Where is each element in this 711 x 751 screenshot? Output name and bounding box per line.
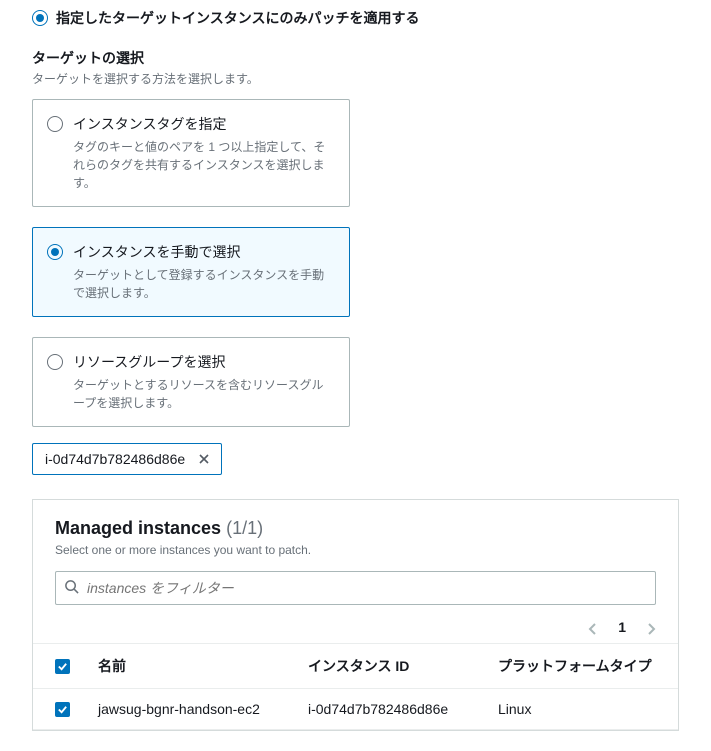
card-manual-select[interactable]: インスタンスを手動で選択 ターゲットとして登録するインスタンスを手動で選択します… [32, 227, 350, 317]
panel-title-count: (1/1) [226, 518, 263, 538]
cell-platform: Linux [484, 689, 678, 730]
column-header-name[interactable]: 名前 [84, 644, 294, 689]
filter-input[interactable] [87, 580, 647, 596]
instances-table: 名前 インスタンス ID プラットフォームタイプ jawsug-bgnr-han… [33, 644, 678, 730]
page-number: 1 [614, 619, 630, 635]
chip-text: i-0d74d7b782486d86e [45, 451, 185, 467]
search-icon [64, 579, 79, 597]
card-resource-title: リソースグループを選択 [73, 352, 333, 372]
patch-scope-label: 指定したターゲットインスタンスにのみパッチを適用する [56, 8, 419, 28]
target-select-title: ターゲットの選択 [32, 48, 679, 68]
managed-instances-panel: Managed instances (1/1) Select one or mo… [32, 499, 679, 731]
cell-id: i-0d74d7b782486d86e [294, 689, 484, 730]
target-select-desc: ターゲットを選択する方法を選択します。 [32, 70, 679, 87]
chevron-left-icon[interactable] [588, 622, 598, 632]
radio-checked-icon [47, 244, 63, 260]
radio-checked-icon [32, 10, 48, 26]
radio-unchecked-icon [47, 116, 63, 132]
checkbox-row[interactable] [55, 702, 70, 717]
radio-unchecked-icon [47, 354, 63, 370]
close-icon[interactable] [195, 450, 213, 468]
column-header-platform[interactable]: プラットフォームタイプ [484, 644, 678, 689]
card-tag-desc: タグのキーと値のペアを 1 つ以上指定して、それらのタグを共有するインスタンスを… [73, 138, 333, 192]
panel-title: Managed instances (1/1) [55, 518, 656, 539]
chevron-right-icon[interactable] [646, 622, 656, 632]
card-manual-desc: ターゲットとして登録するインスタンスを手動で選択します。 [73, 266, 333, 302]
panel-title-text: Managed instances [55, 518, 221, 538]
cell-name: jawsug-bgnr-handson-ec2 [84, 689, 294, 730]
selected-instance-chip: i-0d74d7b782486d86e [32, 443, 222, 475]
panel-desc: Select one or more instances you want to… [55, 543, 656, 557]
table-row[interactable]: jawsug-bgnr-handson-ec2 i-0d74d7b782486d… [33, 689, 678, 730]
card-manual-title: インスタンスを手動で選択 [73, 242, 333, 262]
patch-scope-radio[interactable]: 指定したターゲットインスタンスにのみパッチを適用する [0, 0, 711, 40]
column-header-id[interactable]: インスタンス ID [294, 644, 484, 689]
checkbox-all[interactable] [55, 659, 70, 674]
card-resource-desc: ターゲットとするリソースを含むリソースグループを選択します。 [73, 376, 333, 412]
card-tag-title: インスタンスタグを指定 [73, 114, 333, 134]
filter-input-wrap[interactable] [55, 571, 656, 605]
card-instance-tag[interactable]: インスタンスタグを指定 タグのキーと値のペアを 1 つ以上指定して、それらのタグ… [32, 99, 350, 207]
card-resource-group[interactable]: リソースグループを選択 ターゲットとするリソースを含むリソースグループを選択しま… [32, 337, 350, 427]
